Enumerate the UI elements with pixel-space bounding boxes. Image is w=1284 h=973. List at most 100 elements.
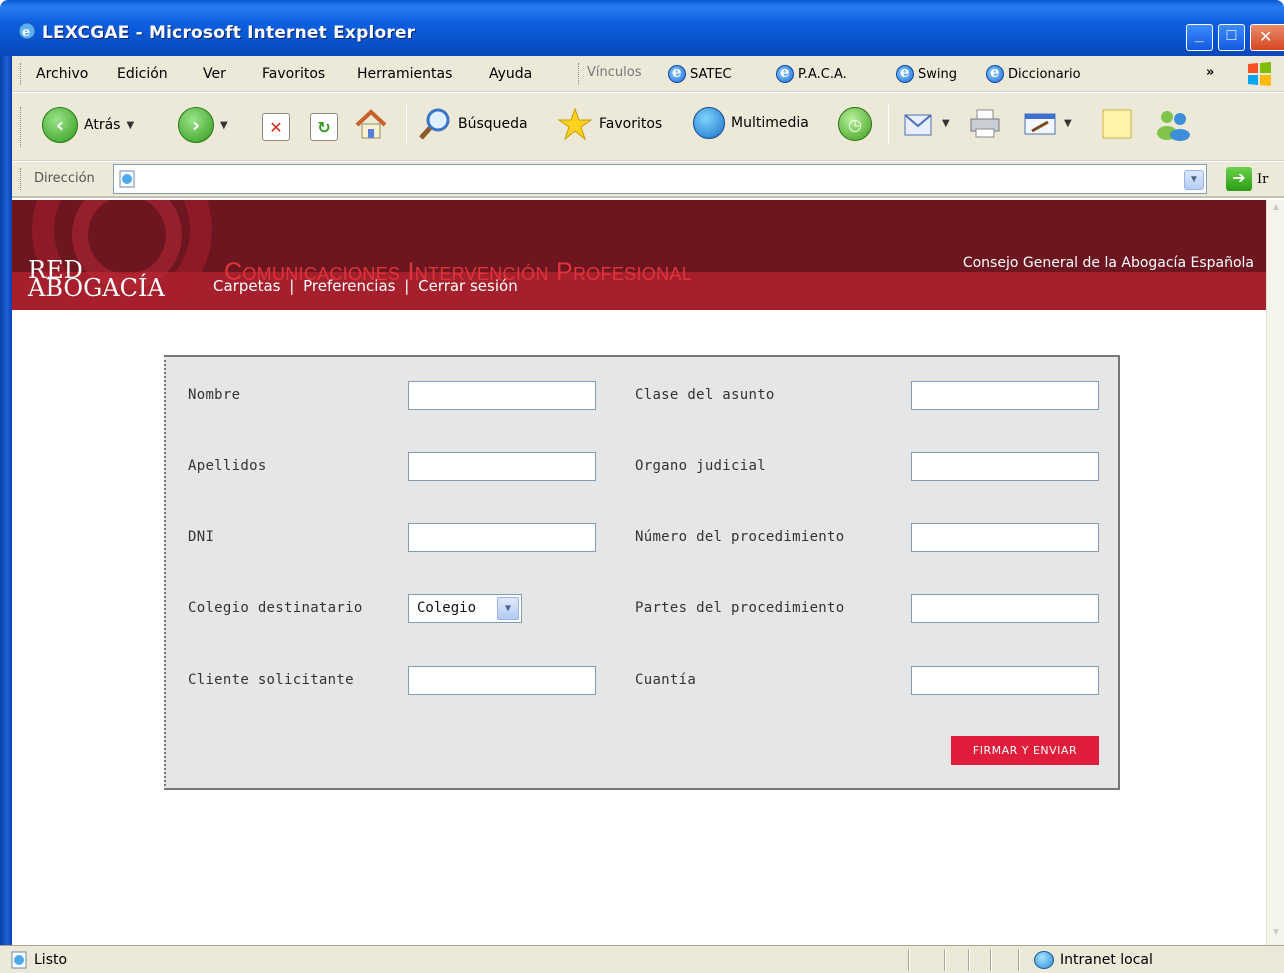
link-satec-label: SATEC [690, 66, 732, 82]
menu-ver[interactable]: Ver [203, 66, 226, 82]
select-colegio-value: Colegio [417, 600, 477, 616]
chevron-down-icon[interactable]: ▼ [497, 597, 519, 620]
menubar-grip[interactable] [20, 63, 22, 85]
address-grip[interactable] [20, 168, 22, 190]
link-satec[interactable]: SATEC [668, 63, 732, 83]
link-diccionario[interactable]: Diccionario [986, 63, 1081, 83]
discuss-button[interactable] [1100, 107, 1134, 141]
link-swing[interactable]: Swing [896, 63, 957, 83]
window-titlebar: e LEXCGAE - Microsoft Internet Explorer … [0, 0, 1284, 56]
input-numero-procedimiento[interactable] [911, 523, 1099, 552]
svg-text:e: e [22, 25, 30, 40]
media-label: Multimedia [731, 115, 809, 131]
forward-arrow-icon: › [178, 107, 214, 143]
ie-icon: e [18, 22, 36, 40]
maximize-button[interactable]: □ [1218, 24, 1245, 51]
select-colegio-destinatario[interactable]: Colegio ▼ [408, 594, 522, 623]
label-organo-judicial: Organo judicial [635, 458, 766, 474]
go-button[interactable]: ➔ [1226, 167, 1252, 191]
messenger-icon [1157, 111, 1190, 141]
input-partes-procedimiento[interactable] [911, 594, 1099, 623]
address-input[interactable]: ▼ [113, 164, 1207, 194]
input-apellidos[interactable] [408, 452, 596, 481]
label-dni: DNI [188, 529, 215, 545]
firmar-enviar-button[interactable]: FIRMAR Y ENVIAR [951, 736, 1099, 765]
nav-cerrar-sesion[interactable]: Cerrar sesión [418, 277, 518, 295]
home-button[interactable] [354, 109, 388, 141]
input-organo-judicial[interactable] [911, 452, 1099, 481]
stop-button[interactable]: ✕ [262, 113, 290, 141]
page-status-icon [11, 951, 27, 969]
minimize-button[interactable]: _ [1186, 24, 1213, 51]
menu-herramientas[interactable]: Herramientas [357, 66, 452, 82]
security-zone[interactable]: Intranet local [1034, 951, 1153, 969]
refresh-icon: ↻ [310, 113, 338, 141]
media-button[interactable]: Multimedia [693, 107, 809, 139]
toolbar-separator [406, 105, 407, 145]
nav-preferencias[interactable]: Preferencias [303, 277, 395, 295]
edit-button[interactable]: ▼ [1022, 107, 1072, 139]
media-globe-icon [693, 107, 725, 139]
favorites-button[interactable]: Favoritos [557, 107, 662, 141]
minimize-icon: _ [1195, 27, 1204, 44]
forward-button[interactable]: › ▼ [178, 107, 228, 143]
window-left-border [0, 56, 12, 945]
scroll-up-icon[interactable]: ▲ [1268, 202, 1284, 218]
label-nombre: Nombre [188, 387, 241, 403]
input-clase-asunto[interactable] [911, 381, 1099, 410]
go-label[interactable]: Ir [1257, 172, 1268, 187]
input-cuantia[interactable] [911, 666, 1099, 695]
links-grip[interactable] [578, 63, 580, 85]
search-label: Búsqueda [458, 116, 528, 132]
vertical-scrollbar[interactable]: ▲ ▼ [1266, 200, 1284, 945]
print-button[interactable] [968, 107, 1002, 139]
status-bar: Listo Intranet local [0, 945, 1284, 973]
link-diccionario-label: Diccionario [1008, 66, 1081, 82]
zone-text: Intranet local [1060, 952, 1153, 968]
edit-dropdown-icon[interactable]: ▼ [1064, 118, 1072, 129]
back-dropdown-icon[interactable]: ▼ [126, 120, 134, 131]
history-icon: ◷ [838, 107, 872, 141]
label-cuantia: Cuantía [635, 672, 697, 688]
menu-edicion[interactable]: Edición [117, 66, 168, 82]
menu-favoritos[interactable]: Favoritos [262, 66, 325, 82]
edit-icon [1024, 113, 1056, 135]
messenger-button[interactable] [1154, 107, 1194, 141]
mail-icon [904, 114, 932, 136]
search-icon [419, 108, 450, 140]
page-icon [119, 170, 135, 188]
ie-link-icon [776, 63, 794, 83]
mail-button[interactable]: ▼ [902, 107, 950, 139]
link-paca[interactable]: P.A.C.A. [776, 63, 847, 83]
menu-ayuda[interactable]: Ayuda [489, 66, 532, 82]
back-label: Atrás [84, 117, 121, 133]
search-button[interactable]: Búsqueda [418, 107, 528, 141]
status-cell [908, 949, 910, 971]
forward-dropdown-icon[interactable]: ▼ [220, 120, 228, 131]
favorites-label: Favoritos [599, 116, 663, 132]
nav-separator: | [289, 277, 295, 295]
history-button[interactable]: ◷ [838, 107, 872, 141]
refresh-button[interactable]: ↻ [310, 113, 338, 141]
input-dni[interactable] [408, 523, 596, 552]
label-cliente-solicitante: Cliente solicitante [188, 672, 354, 688]
page-viewport: RED ABOGACÍA Comunicaciones Intervención… [12, 200, 1266, 945]
status-cell [968, 949, 970, 971]
star-icon [557, 107, 593, 141]
nav-carpetas[interactable]: Carpetas [213, 277, 280, 295]
input-nombre[interactable] [408, 381, 596, 410]
label-colegio-destinatario: Colegio destinatario [188, 600, 363, 616]
links-overflow-button[interactable]: » [1206, 65, 1214, 80]
window-title: LEXCGAE - Microsoft Internet Explorer [42, 23, 416, 43]
close-button[interactable]: ✕ [1250, 24, 1284, 51]
link-swing-label: Swing [918, 66, 957, 82]
status-cell [944, 949, 946, 971]
address-dropdown-icon[interactable]: ▼ [1184, 170, 1204, 190]
toolbar-grip[interactable] [20, 107, 22, 147]
label-numero-procedimiento: Número del procedimiento [635, 529, 845, 545]
back-button[interactable]: ‹ Atrás ▼ [42, 107, 134, 143]
input-cliente-solicitante[interactable] [408, 666, 596, 695]
scroll-down-icon[interactable]: ▼ [1268, 927, 1284, 943]
menu-archivo[interactable]: Archivo [36, 66, 88, 82]
mail-dropdown-icon[interactable]: ▼ [942, 118, 950, 129]
